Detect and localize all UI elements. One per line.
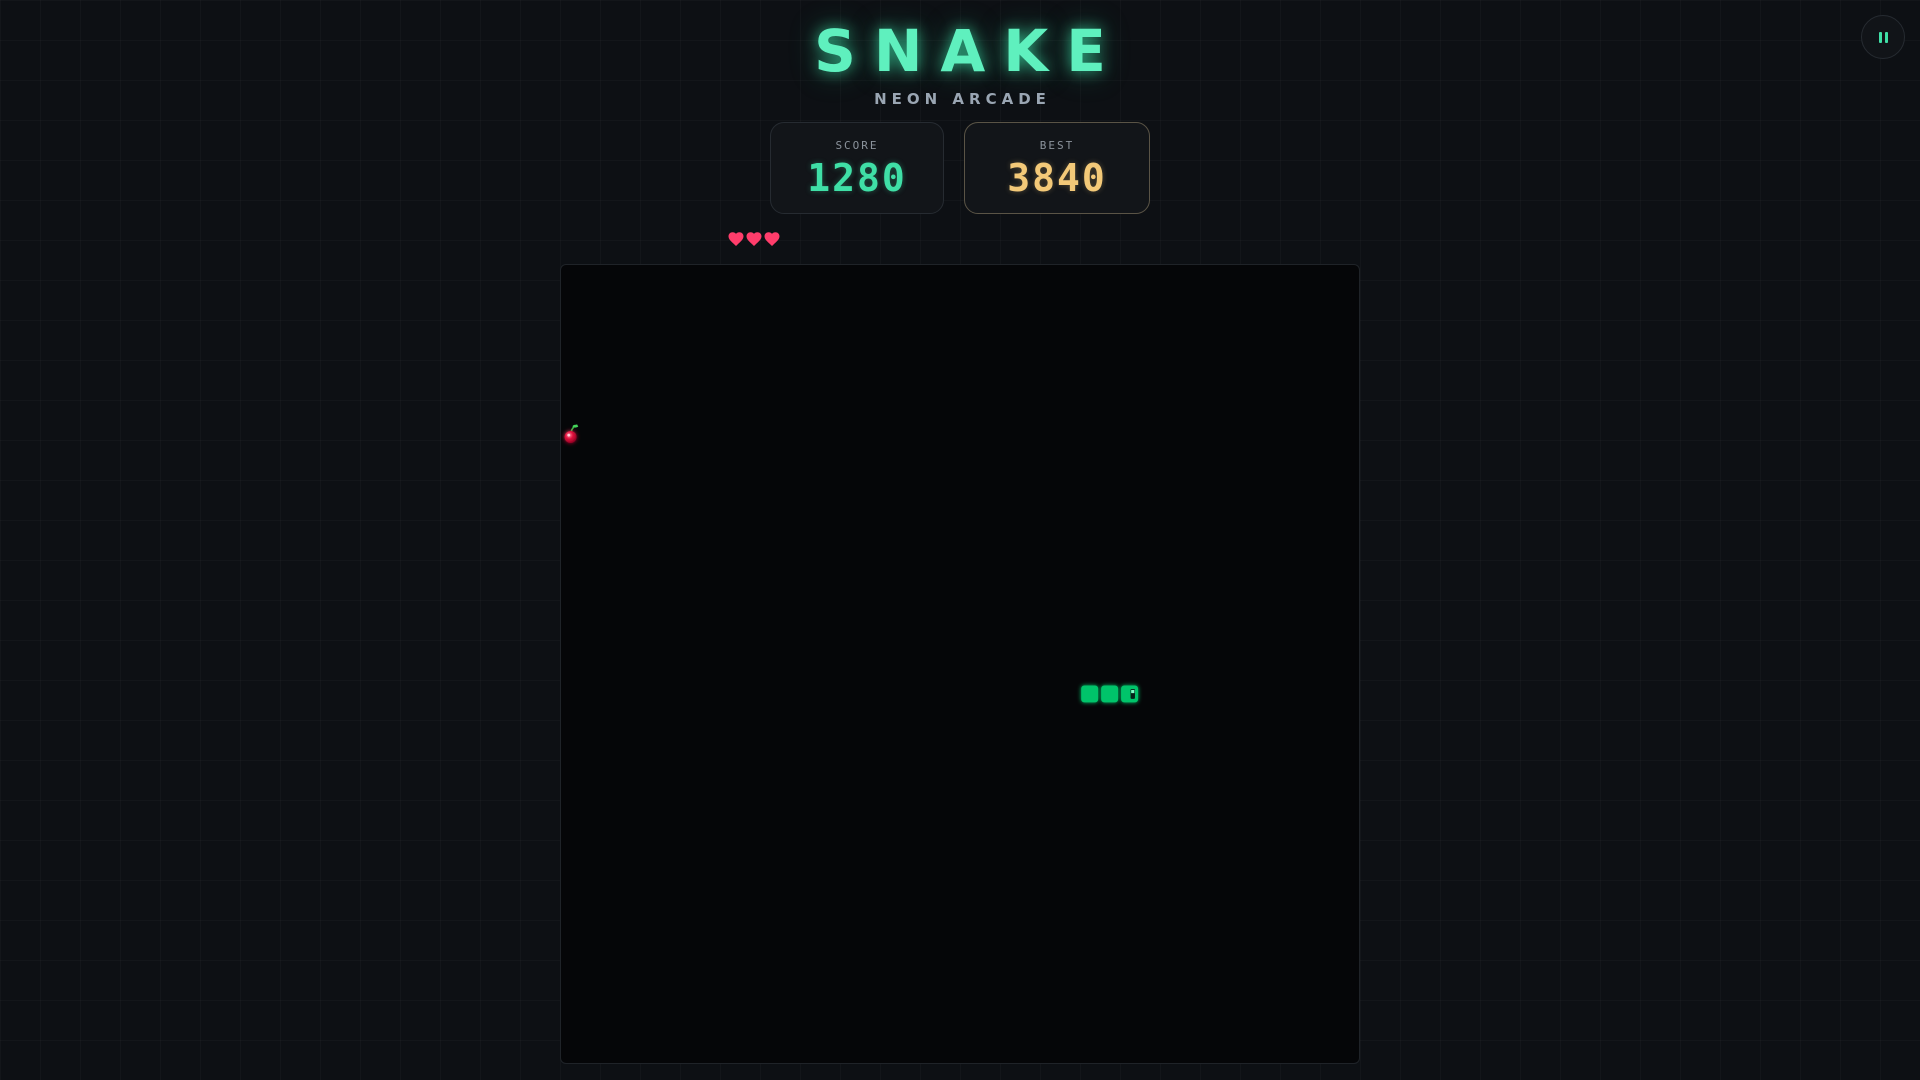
- pause-button[interactable]: [1861, 15, 1905, 59]
- score-card: SCORE 1280: [770, 122, 944, 214]
- heart-icon: [728, 232, 744, 246]
- board-canvas: [564, 424, 1139, 703]
- cherry-icon: [564, 424, 579, 443]
- score-label: SCORE: [835, 139, 879, 152]
- game-title: SNAKE: [814, 17, 1124, 85]
- best-score-label: BEST: [1039, 139, 1075, 152]
- game-board[interactable]: [560, 264, 1360, 1064]
- heart-icon: [764, 232, 780, 246]
- pause-icon: [1878, 31, 1888, 43]
- score-value: 1280: [807, 156, 907, 200]
- best-score-card: BEST 3840: [964, 122, 1150, 214]
- snake-segment: [1081, 685, 1099, 703]
- lives-indicator: [727, 228, 781, 250]
- best-score-value: 3840: [1007, 156, 1107, 200]
- snake-eye-shine: [1131, 689, 1135, 694]
- heart-icon: [746, 232, 762, 246]
- snake-head: [1121, 685, 1139, 703]
- snake-segment: [1101, 685, 1119, 703]
- game-subtitle: NEON ARCADE: [874, 90, 1051, 108]
